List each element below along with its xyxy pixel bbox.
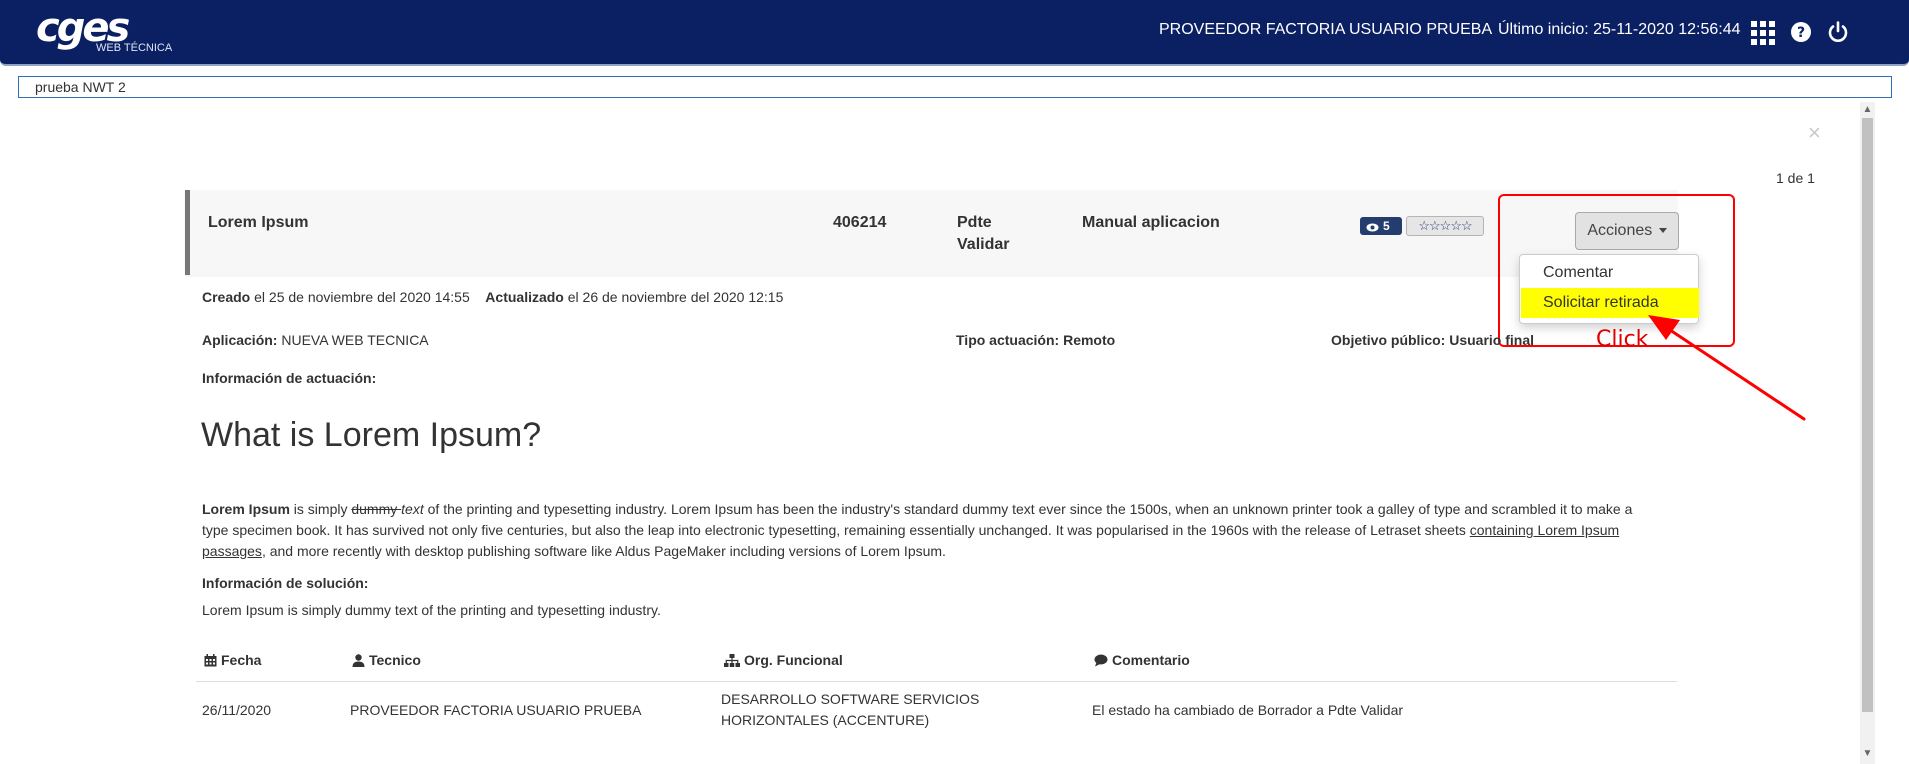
updated-label: Actualizado bbox=[485, 289, 564, 305]
top-bar: cges WEB TÉCNICA PROVEEDOR FACTORIA USUA… bbox=[0, 0, 1909, 66]
col-tecnico-label: Tecnico bbox=[369, 652, 421, 668]
logo-text: cges bbox=[36, 5, 130, 51]
created-label: Creado bbox=[202, 289, 251, 305]
row-comentario: El estado ha cambiado de Borrador a Pdte… bbox=[1092, 702, 1404, 718]
search-input[interactable]: prueba NWT 2 bbox=[18, 76, 1892, 98]
p-end: , and more recently with desktop publish… bbox=[261, 543, 946, 559]
application-line: Aplicación: NUEVA WEB TECNICA bbox=[202, 332, 429, 348]
table-header-divider bbox=[196, 681, 1677, 682]
col-comentario-label: Comentario bbox=[1112, 652, 1190, 668]
record-id: 406214 bbox=[833, 214, 887, 231]
cges-logo[interactable]: cges WEB TÉCNICA bbox=[36, 5, 172, 54]
info-actuacion-text: Información de actuación: bbox=[202, 370, 377, 386]
info-actuacion-label: Información de actuación: bbox=[202, 370, 376, 386]
content-heading: What is Lorem Ipsum? bbox=[201, 416, 542, 454]
info-solucion-label: Información de solución: bbox=[202, 575, 368, 591]
content-paragraph: Lorem Ipsum is simply dummy text of the … bbox=[202, 499, 1652, 562]
annotation-arrow-icon bbox=[1648, 315, 1806, 421]
scroll-down-icon[interactable]: ▼ bbox=[1862, 748, 1873, 760]
p-is: is simply bbox=[289, 501, 352, 517]
record-status-line2: Validar bbox=[957, 236, 1010, 253]
col-org-funcional: Org. Funcional bbox=[724, 652, 843, 668]
col-org-label: Org. Funcional bbox=[744, 652, 843, 668]
scrollbar-thumb[interactable] bbox=[1862, 118, 1873, 712]
record-status-line1: Pdte bbox=[957, 214, 992, 231]
record-title: Lorem Ipsum bbox=[208, 214, 309, 231]
col-comentario: Comentario bbox=[1094, 652, 1190, 668]
views-count: 5 bbox=[1383, 219, 1390, 233]
created-value: el 25 de noviembre del 2020 14:55 bbox=[254, 289, 470, 305]
comment-icon bbox=[1094, 654, 1108, 667]
eye-icon bbox=[1366, 223, 1379, 232]
row-org-line2: HORIZONTALES (ACCENTURE) bbox=[721, 712, 930, 728]
updated-value: el 26 de noviembre del 2020 12:15 bbox=[567, 289, 784, 305]
user-icon bbox=[352, 654, 365, 667]
sitemap-icon bbox=[724, 654, 740, 667]
pager: 1 de 1 bbox=[1776, 170, 1815, 186]
dates-line: Creado el 25 de noviembre del 2020 14:55… bbox=[202, 289, 783, 305]
p-bold: Lorem Ipsum bbox=[202, 501, 290, 517]
app-label: Aplicación: bbox=[202, 332, 278, 348]
col-fecha: Fecha bbox=[204, 652, 261, 668]
tipo-actuacion: Tipo actuación: Remoto bbox=[956, 332, 1116, 348]
scroll-up-icon[interactable]: ▲ bbox=[1862, 104, 1873, 116]
user-name: PROVEEDOR FACTORIA USUARIO PRUEBA bbox=[1159, 21, 1493, 38]
calendar-icon bbox=[204, 654, 217, 667]
p-strike: dummy bbox=[351, 501, 402, 517]
apps-grid-icon[interactable] bbox=[1750, 20, 1776, 46]
app-value: NUEVA WEB TECNICA bbox=[281, 332, 429, 348]
col-fecha-label: Fecha bbox=[221, 652, 262, 668]
objetivo-publico: Objetivo público: Usuario final bbox=[1331, 332, 1535, 348]
close-icon[interactable]: × bbox=[1808, 120, 1821, 146]
rating-stars[interactable]: ☆☆☆☆☆ bbox=[1406, 216, 1484, 236]
views-badge: 5 bbox=[1360, 217, 1402, 235]
svg-text:?: ? bbox=[1797, 25, 1805, 41]
row-org-line1: DESARROLLO SOFTWARE SERVICIOS bbox=[721, 691, 980, 707]
row-tecnico: PROVEEDOR FACTORIA USUARIO PRUEBA bbox=[350, 702, 642, 718]
row-fecha: 26/11/2020 bbox=[202, 702, 272, 718]
logo-subtitle: WEB TÉCNICA bbox=[96, 42, 173, 54]
last-login: Último inicio: 25-11-2020 12:56:44 bbox=[1498, 21, 1741, 38]
col-tecnico: Tecnico bbox=[352, 652, 421, 668]
help-icon[interactable]: ? bbox=[1789, 20, 1815, 46]
p-italic: text bbox=[401, 501, 424, 517]
info-solucion-text: Información de solución: bbox=[202, 575, 369, 591]
solucion-text: Lorem Ipsum is simply dummy text of the … bbox=[202, 602, 661, 618]
record-type: Manual aplicacion bbox=[1082, 214, 1220, 231]
power-icon[interactable] bbox=[1826, 20, 1852, 46]
